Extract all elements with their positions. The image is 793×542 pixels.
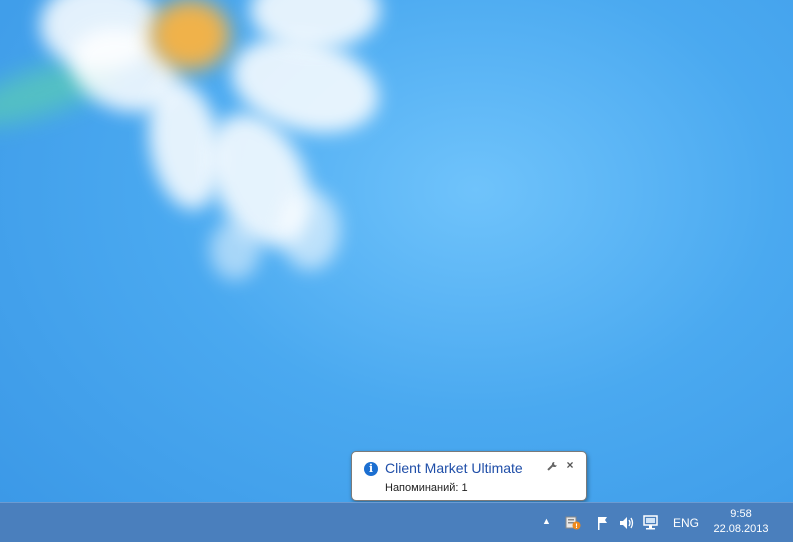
wrench-icon[interactable] <box>546 460 558 472</box>
wallpaper-flower-center <box>150 0 230 70</box>
chevron-up-icon[interactable]: ▲ <box>542 516 551 526</box>
notification-balloon[interactable]: i Client Market Ultimate Напоминаний: 1 … <box>351 451 587 501</box>
svg-text:!: ! <box>575 523 578 530</box>
client-market-icon[interactable]: ! <box>565 514 581 530</box>
action-center-flag-icon[interactable] <box>595 515 611 531</box>
wallpaper-petal <box>280 190 340 270</box>
taskbar: ▲ ! ENG 9:58 22.08.2013 <box>0 502 793 542</box>
network-icon[interactable] <box>643 515 661 531</box>
info-icon: i <box>364 462 378 476</box>
clock[interactable]: 9:58 22.08.2013 <box>708 507 774 537</box>
clock-time: 9:58 <box>730 508 752 520</box>
notification-title: Client Market Ultimate <box>385 460 523 476</box>
close-icon[interactable]: × <box>564 458 576 472</box>
language-indicator[interactable]: ENG <box>673 516 699 530</box>
wallpaper-petal <box>210 220 260 280</box>
notification-message: Напоминаний: 1 <box>385 482 468 494</box>
clock-date: 22.08.2013 <box>713 523 769 535</box>
speaker-icon[interactable] <box>618 515 636 531</box>
